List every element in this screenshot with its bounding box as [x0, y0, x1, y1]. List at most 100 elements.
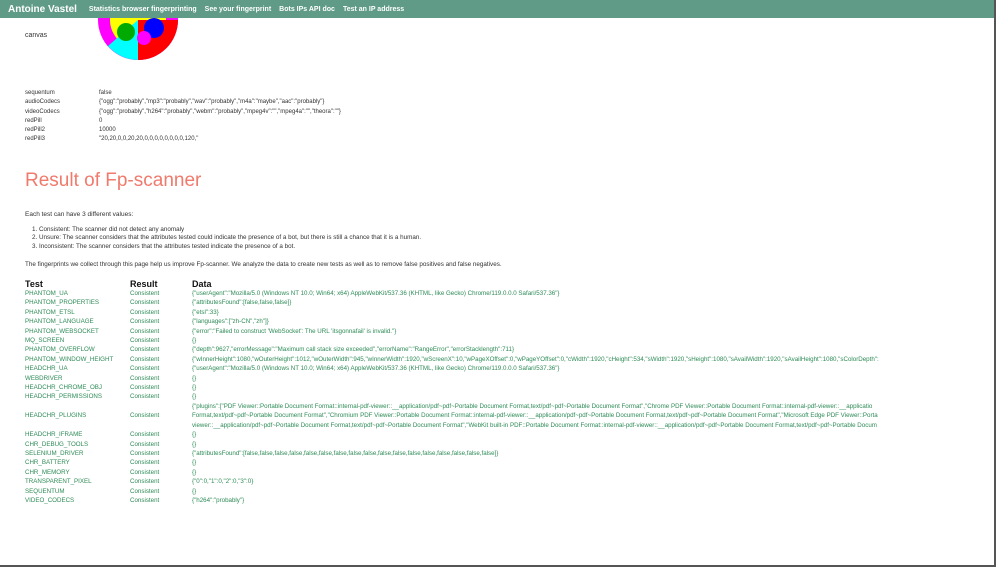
- attribute-value: "20,20,0,0,20,20,0,0,0,0,0,0,0,0,120,": [99, 136, 199, 143]
- attribute-key: videoCodecs: [25, 108, 60, 115]
- result-cell: Consistent: [130, 346, 160, 354]
- result-cell: Consistent: [130, 487, 160, 495]
- nav-link-test-ip[interactable]: Test an IP address: [343, 6, 404, 13]
- data-cell: {"userAgent":"Mozilla/5.0 (Windows NT 10…: [192, 290, 560, 297]
- top-navbar: Antoine Vastel Statistics browser finger…: [0, 0, 996, 18]
- rule-unsure: Unsure: The scanner considers that the a…: [39, 234, 421, 242]
- attribute-key: sequentum: [25, 90, 55, 96]
- table-row: TRANSPARENT_PIXEL Consistent {"0":0,"1":0,…: [25, 477, 996, 486]
- test-name-cell: PHANTOM_WEBSOCKET: [25, 327, 99, 335]
- test-name-cell: HEADCHR_PERMISSIONS: [25, 393, 103, 401]
- brand-link[interactable]: Antoine Vastel: [8, 4, 77, 15]
- table-row: HEADCHR_PERMISSIONS Consistent {}: [25, 392, 996, 401]
- test-name-cell: PHANTOM_ETSL: [25, 308, 75, 316]
- data-cell: {"userAgent":"Mozilla/5.0 (Windows NT 10…: [192, 365, 560, 373]
- data-cell: {}: [192, 337, 197, 345]
- test-name-cell: VIDEO_CODECS: [25, 496, 75, 504]
- test-name-cell: PHANTOM_UA: [25, 290, 68, 297]
- attribute-row: redPill2 10000: [25, 126, 341, 135]
- table-row: HEADCHR_CHROME_OBJ Consistent {}: [25, 383, 996, 392]
- data-cell: {"languages":["zh-CN","zh"]}: [192, 318, 269, 326]
- test-name-cell: MQ_SCREEN: [25, 337, 65, 345]
- rule-inconsistent: Inconsistent: The scanner considers that…: [39, 243, 421, 251]
- attribute-value: 10000: [99, 127, 116, 134]
- data-cell: {"depth":9627,"errorMessage":"Maximum ca…: [192, 346, 515, 354]
- data-cell: {"0":0,"1":0,"2":0,"3":0}: [192, 478, 254, 486]
- table-row: SELENIUM_DRIVER Consistent {"attributesFou…: [25, 449, 996, 458]
- table-row: PHANTOM_ETSL Consistent {"etsl":33}: [25, 308, 996, 317]
- attribute-row: videoCodecs {"ogg":"probably","h264":"pro…: [25, 108, 341, 117]
- test-name-cell: TRANSPARENT_PIXEL: [25, 478, 92, 486]
- test-name-cell: PHANTOM_LANGUAGE: [25, 318, 94, 326]
- test-name-cell: SELENIUM_DRIVER: [25, 449, 84, 457]
- attribute-row: redPill3 "20,20,0,0,20,20,0,0,0,0,0,0,0,0…: [25, 135, 341, 144]
- result-cell: Consistent: [130, 384, 160, 392]
- result-cell: Consistent: [130, 299, 160, 307]
- test-name-cell: CHR_BATTERY: [25, 459, 70, 467]
- attribute-key: redPill2: [25, 127, 46, 134]
- attribute-row: audioCodecs {"ogg":"probably","mp3":"prob…: [25, 98, 341, 107]
- test-name-cell: HEADCHR_CHROME_OBJ: [25, 384, 103, 392]
- column-header-data: Data: [192, 278, 212, 289]
- column-header-test: Test: [25, 278, 43, 289]
- data-cell: {}: [192, 468, 197, 476]
- result-cell: Consistent: [130, 393, 160, 401]
- result-title: Result of Fp-scanner: [25, 170, 202, 191]
- result-cell: Consistent: [130, 412, 160, 420]
- table-row: HEADCHR_PLUGINS Consistent {"plugins":["PD…: [25, 402, 996, 430]
- table-row: PHANTOM_LANGUAGE Consistent {"languages":[…: [25, 317, 996, 326]
- table-row: PHANTOM_WINDOW_HEIGHT Consistent {"wInnerH…: [25, 355, 996, 364]
- data-cell: {"error":"Failed to construct 'WebSocket…: [192, 327, 397, 335]
- attribute-row: sequentum false: [25, 89, 341, 98]
- result-cell: Consistent: [130, 318, 160, 326]
- data-cell: {"attributesFound":[false,false,false]}: [192, 299, 292, 307]
- result-cell: Consistent: [130, 449, 160, 457]
- result-cell: Consistent: [130, 374, 160, 382]
- data-cell: {}: [192, 440, 197, 448]
- data-cell: {"etsl":33}: [192, 308, 219, 316]
- test-name-cell: HEADCHR_IFRAME: [25, 431, 83, 439]
- result-intro: Each test can have 3 different values:: [25, 211, 134, 218]
- attribute-value: {"ogg":"probably","h264":"probably","web…: [99, 108, 341, 115]
- table-row: HEADCHR_UA Consistent {"userAgent":"Mozill…: [25, 364, 996, 373]
- data-cell-line: Format,text/pdf~pdf~Portable Document Fo…: [192, 412, 878, 420]
- result-cell: Consistent: [130, 308, 160, 316]
- test-name-cell: PHANTOM_PROPERTIES: [25, 299, 100, 307]
- nav-link-bots-ips-api[interactable]: Bots IPs API doc: [279, 6, 335, 13]
- table-row: PHANTOM_OVERFLOW Consistent {"depth":9627,…: [25, 345, 996, 354]
- attribute-value: false: [99, 90, 112, 96]
- attribute-key: redPill: [25, 117, 42, 124]
- column-header-result: Result: [130, 278, 158, 289]
- table-row: PHANTOM_WEBSOCKET Consistent {"error":"Fai…: [25, 327, 996, 336]
- result-cell: Consistent: [130, 478, 160, 486]
- fp-scanner-results-table: Test Result Data PHANTOM_UA Consistent {"u…: [25, 278, 996, 505]
- table-row: CHR_BATTERY Consistent {}: [25, 458, 996, 467]
- table-row: CHR_MEMORY Consistent {}: [25, 468, 996, 477]
- test-name-cell: PHANTOM_WINDOW_HEIGHT: [25, 355, 114, 363]
- nav-link-see-fingerprint[interactable]: See your fingerprint: [205, 6, 272, 13]
- nav-link-statistics[interactable]: Statistics browser fingerprinting: [89, 6, 197, 13]
- data-cell: {}: [192, 459, 197, 467]
- data-cell: {}: [192, 431, 197, 439]
- fingerprint-attributes-table: sequentum false audioCodecs {"ogg":"probabl…: [25, 89, 341, 145]
- test-name-cell: WEBDRIVER: [25, 374, 63, 382]
- result-cell: Consistent: [130, 468, 160, 476]
- data-cell: {}: [192, 374, 197, 382]
- test-name-cell: PHANTOM_OVERFLOW: [25, 346, 95, 354]
- result-cell: Consistent: [130, 355, 160, 363]
- test-name-cell: CHR_MEMORY: [25, 468, 70, 476]
- attribute-key: redPill3: [25, 136, 46, 143]
- test-name-cell: HEADCHR_PLUGINS: [25, 412, 87, 420]
- test-name-cell: SEQUENTUM: [25, 487, 65, 495]
- result-cell: Consistent: [130, 459, 160, 467]
- attribute-key: audioCodecs: [25, 99, 61, 106]
- table-row: VIDEO_CODECS Consistent {"h264":"probably"…: [25, 496, 996, 505]
- test-name-cell: HEADCHR_UA: [25, 365, 68, 373]
- table-row: SEQUENTUM Consistent {}: [25, 487, 996, 496]
- result-rules-list: Consistent: The scanner did not detect a…: [25, 226, 421, 251]
- table-row: MQ_SCREEN Consistent {}: [25, 336, 996, 345]
- attribute-value: {"ogg":"probably","mp3":"probably","wav"…: [99, 99, 325, 106]
- data-cell-line: {"plugins":["PDF Viewer::Portable Docume…: [192, 402, 873, 410]
- data-cell: {}: [192, 384, 197, 392]
- table-row: PHANTOM_UA Consistent {"userAgent":"Mozill…: [25, 289, 996, 298]
